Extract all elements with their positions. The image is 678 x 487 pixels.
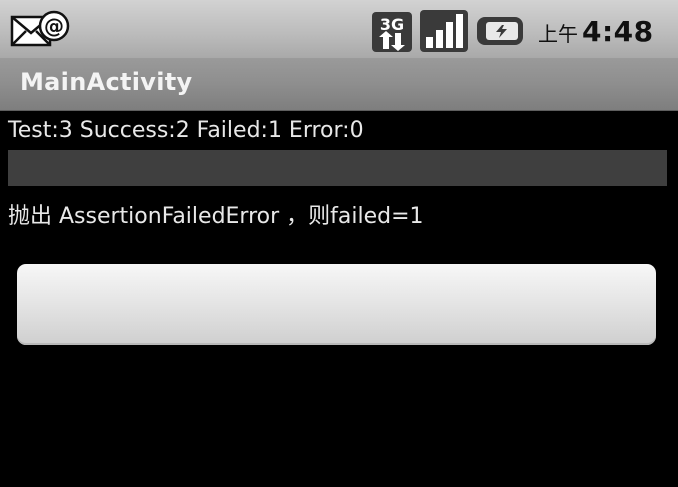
3g-data-icon: 3G: [372, 12, 412, 52]
error-message-text: 抛出 AssertionFailedError ，则failed=1: [8, 204, 424, 229]
title-bar: MainActivity: [0, 58, 678, 111]
run-tests-button[interactable]: [17, 264, 656, 345]
status-bar: @ 3G 上午 4:48: [0, 0, 678, 58]
signal-strength-icon: [420, 10, 468, 52]
page-title: MainActivity: [20, 68, 193, 96]
test-results-text: Test:3 Success:2 Failed:1 Error:0: [8, 118, 364, 143]
svg-text:@: @: [44, 14, 64, 38]
network-label: 3G: [380, 15, 404, 34]
battery-charging-icon: [477, 17, 523, 45]
email-notification-icon[interactable]: @: [10, 9, 72, 51]
status-clock: 上午 4:48: [538, 15, 654, 51]
android-screen: @ 3G 上午4:48 MainActivity Test:3 Success: [0, 0, 678, 487]
test-progress-bar: [8, 150, 667, 186]
clock-ampm: 上午: [538, 22, 578, 46]
clock-time: 4:48: [582, 15, 654, 48]
